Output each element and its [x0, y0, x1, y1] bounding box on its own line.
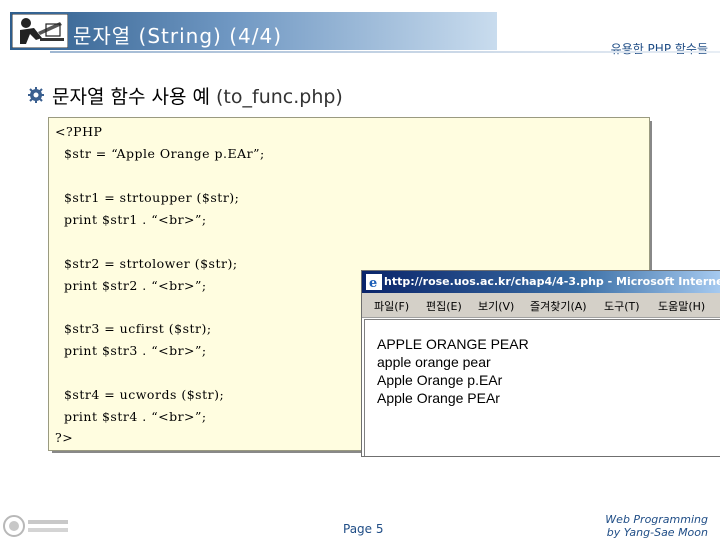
- section-heading: 문자열 함수 사용 예 (to_func.php): [52, 82, 343, 109]
- code-line: $str4 = ucwords ($str);: [55, 387, 225, 402]
- code-line: print $str3 . “<br>”;: [55, 343, 207, 358]
- menu-help[interactable]: 도움말(H): [658, 298, 705, 314]
- code-line: print $str4 . “<br>”;: [55, 409, 207, 424]
- university-logo: [3, 515, 68, 537]
- browser-title: http://rose.uos.ac.kr/chap4/4-3.php - Mi…: [384, 275, 720, 288]
- credit-course: Web Programming: [605, 513, 708, 526]
- writer-at-desk-icon: [12, 14, 68, 48]
- code-line: $str2 = strtolower ($str);: [55, 256, 238, 271]
- svg-text:e: e: [369, 276, 377, 290]
- section-heading-text: 문자열 함수 사용 예: [52, 86, 210, 108]
- output-line: Apple Orange p.EAr: [377, 372, 503, 388]
- menu-edit[interactable]: 편집(E): [426, 298, 462, 314]
- menu-file[interactable]: 파일(F): [374, 298, 409, 314]
- output-line: Apple Orange PEAr: [377, 390, 500, 406]
- gear-bullet-icon: [28, 87, 44, 103]
- menu-view[interactable]: 보기(V): [478, 298, 514, 314]
- page-number: Page 5: [343, 522, 384, 536]
- code-line: $str3 = ucfirst ($str);: [55, 321, 212, 336]
- output-line: APPLE ORANGE PEAR: [377, 336, 529, 352]
- browser-window: e http://rose.uos.ac.kr/chap4/4-3.php - …: [361, 270, 720, 457]
- code-line: ?>: [55, 430, 74, 445]
- section-heading-file: (to_func.php): [216, 86, 343, 108]
- menu-favorites[interactable]: 즐겨찾기(A): [530, 298, 587, 314]
- browser-title-bar: e http://rose.uos.ac.kr/chap4/4-3.php - …: [362, 271, 720, 293]
- code-line: <?PHP: [55, 124, 103, 139]
- code-line: $str = “Apple Orange p.EAr”;: [55, 146, 265, 161]
- menu-tools[interactable]: 도구(T): [604, 298, 640, 314]
- code-line: $str1 = strtoupper ($str);: [55, 190, 240, 205]
- footer-credit: Web Programming by Yang-Sae Moon: [605, 513, 708, 539]
- code-line: print $str1 . “<br>”;: [55, 212, 207, 227]
- credit-author: by Yang-Sae Moon: [606, 526, 708, 539]
- browser-menu-bar: 파일(F) 편집(E) 보기(V) 즐겨찾기(A) 도구(T) 도움말(H): [362, 293, 720, 318]
- header-divider: [50, 51, 720, 53]
- page-title: 문자열 (String) (4/4): [73, 24, 283, 48]
- ie-icon: e: [366, 274, 382, 290]
- browser-content: APPLE ORANGE PEAR apple orange pear Appl…: [364, 319, 720, 456]
- code-line: print $str2 . “<br>”;: [55, 278, 207, 293]
- section-subtitle: 유용한 PHP 함수들: [610, 42, 708, 56]
- output-line: apple orange pear: [377, 354, 491, 370]
